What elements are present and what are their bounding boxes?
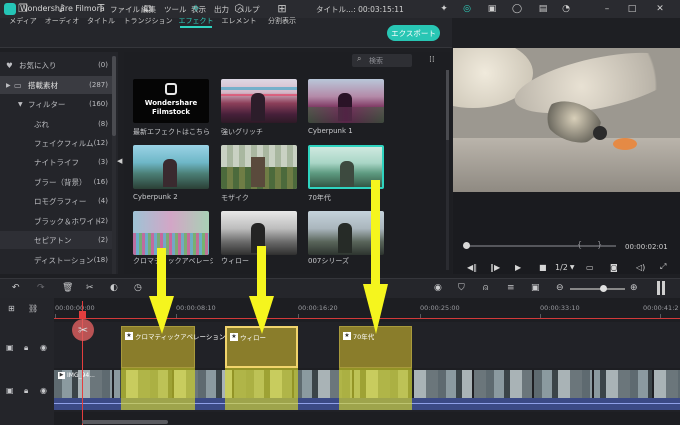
arrow-head [149, 296, 174, 334]
arrow-head [249, 296, 274, 334]
arrow-shaft [157, 248, 166, 300]
arrow-head [363, 284, 388, 334]
arrow-shaft [257, 246, 266, 300]
arrow-shaft [371, 180, 380, 288]
annotation-arrows [149, 180, 388, 334]
